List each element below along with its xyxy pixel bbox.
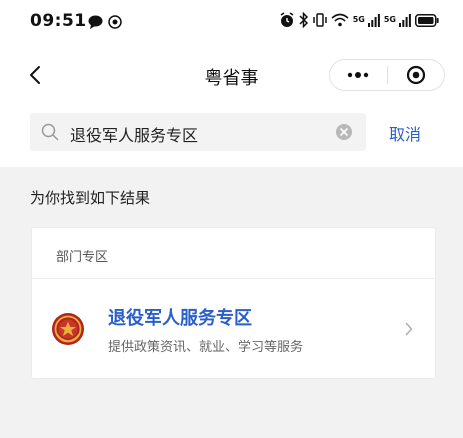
search-input[interactable]: 退役军人服务专区 — [30, 113, 366, 151]
cancel-button[interactable]: 取消 — [389, 121, 421, 145]
vibrate-icon — [312, 12, 327, 28]
result-description: 提供政策资讯、就业、学习等服务 — [108, 340, 304, 355]
result-card: 部门专区 退役军人服务专区 提供政策资讯、就业、学习等服务 — [31, 227, 436, 379]
section-label: 部门专区 — [56, 250, 109, 265]
military-emblem-icon — [51, 312, 85, 350]
network-type-1: 5G — [352, 15, 365, 24]
signal-icon-2 — [399, 13, 411, 27]
clear-search-icon[interactable] — [336, 124, 352, 144]
app-notification-icon — [108, 14, 122, 33]
target-close-icon — [406, 65, 425, 85]
status-bar: 09:51 5G 5G — [0, 0, 463, 44]
close-mini-program-button[interactable] — [387, 60, 444, 90]
more-button[interactable] — [330, 60, 387, 90]
nav-bar: 粤省事 — [0, 55, 463, 95]
chat-bubble-icon — [88, 14, 103, 33]
result-title: 退役军人服务专区 — [108, 308, 252, 329]
results-heading: 为你找到如下结果 — [30, 189, 151, 207]
mini-program-capsule — [329, 59, 445, 91]
bluetooth-icon — [299, 12, 309, 28]
search-query: 退役军人服务专区 — [70, 126, 199, 145]
chevron-right-icon — [405, 321, 413, 340]
search-icon — [41, 123, 59, 145]
signal-icon-1 — [367, 13, 380, 27]
status-notification-icons — [88, 14, 122, 33]
more-dots-icon — [348, 72, 369, 78]
wifi-icon — [331, 13, 349, 27]
result-item[interactable]: 退役军人服务专区 提供政策资讯、就业、学习等服务 — [32, 279, 435, 379]
alarm-icon — [279, 12, 295, 28]
status-system-icons: 5G 5G — [279, 12, 439, 28]
status-time: 09:51 — [30, 11, 87, 31]
battery-icon — [415, 13, 439, 27]
network-type-2: 5G — [383, 15, 396, 24]
